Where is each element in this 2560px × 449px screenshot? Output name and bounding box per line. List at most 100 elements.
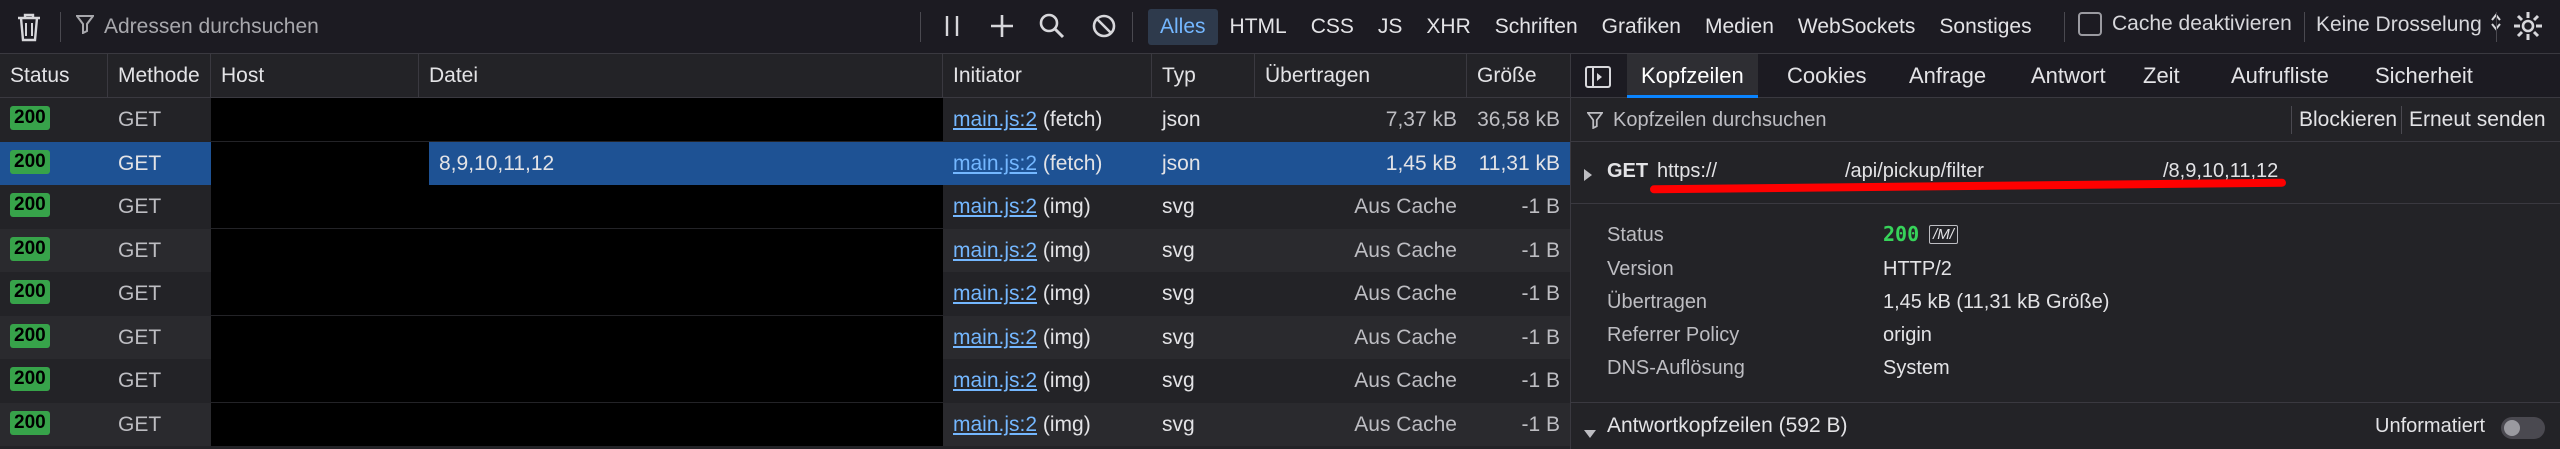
column-header-initiator[interactable]: Initiator bbox=[943, 54, 1152, 98]
table-row[interactable]: 200 GET main.js:2 (fetch) json 7,37 kB 36,58 … bbox=[0, 98, 1570, 141]
disable-cache-label: Cache deaktivieren bbox=[2112, 12, 2292, 35]
tab-headers[interactable]: Kopfzeilen bbox=[1627, 54, 1758, 98]
request-method: GET bbox=[1607, 160, 1649, 182]
toolbar-separator bbox=[60, 12, 61, 42]
type-cell: json bbox=[1162, 108, 1201, 131]
type-filter-xhr[interactable]: XHR bbox=[1414, 9, 1482, 45]
request-url-path: /api/pickup/filter bbox=[1845, 160, 1984, 182]
initiator-link[interactable]: main.js:2 bbox=[953, 152, 1037, 175]
initiator-kind: (fetch) bbox=[1042, 151, 1103, 175]
column-header-file[interactable]: Datei bbox=[419, 54, 943, 98]
initiator-link[interactable]: main.js:2 bbox=[953, 108, 1037, 131]
request-url-scheme: https:// bbox=[1657, 160, 1718, 182]
column-header-transferred[interactable]: Übertragen bbox=[1255, 54, 1467, 98]
table-row[interactable]: 200 GET main.js:2 (img) svg Aus Cache -1 B bbox=[0, 185, 1570, 228]
initiator-link[interactable]: main.js:2 bbox=[953, 369, 1037, 392]
raw-headers-toggle[interactable] bbox=[2501, 417, 2545, 439]
detail-value-transferred: 1,45 kB (11,31 kB Größe) bbox=[1883, 291, 2110, 313]
tab-security[interactable]: Sicherheit bbox=[2375, 54, 2473, 98]
table-row[interactable]: 200 GET main.js:2 (img) svg Aus Cache -1 B bbox=[0, 359, 1570, 402]
table-row[interactable]: 200 GET 8,9,10,11,12 main.js:2 (fetch) json 1… bbox=[0, 141, 1570, 185]
type-filter-all[interactable]: Alles bbox=[1148, 9, 1218, 45]
table-row[interactable]: 200 GET main.js:2 (img) svg Aus Cache -1 B bbox=[0, 272, 1570, 315]
block-button[interactable]: Blockieren bbox=[2299, 98, 2397, 142]
plus-icon[interactable] bbox=[988, 12, 1016, 40]
tab-response[interactable]: Antwort bbox=[2031, 54, 2106, 98]
initiator-link[interactable]: main.js:2 bbox=[953, 413, 1037, 436]
detail-value-status: 200 /M/ bbox=[1883, 222, 1958, 246]
initiator-kind: (img) bbox=[1042, 412, 1091, 436]
headers-filter-input[interactable]: Kopfzeilen durchsuchen bbox=[1613, 98, 1826, 142]
redacted-host bbox=[211, 98, 943, 141]
method-cell: GET bbox=[118, 325, 162, 349]
filter-icon bbox=[1586, 111, 1604, 135]
type-filter-websockets[interactable]: WebSockets bbox=[1786, 9, 1928, 45]
type-filter-other[interactable]: Sonstiges bbox=[1927, 9, 2043, 45]
search-icon[interactable] bbox=[1038, 12, 1066, 40]
column-header-host[interactable]: Host bbox=[211, 54, 419, 98]
type-cell: svg bbox=[1162, 282, 1195, 305]
initiator-link[interactable]: main.js:2 bbox=[953, 282, 1037, 305]
tab-request[interactable]: Anfrage bbox=[1909, 54, 1986, 98]
size-cell: -1 B bbox=[1521, 369, 1560, 392]
redacted-host bbox=[211, 185, 943, 228]
type-filter-bar: Alles HTML CSS JS XHR Schriften Grafiken… bbox=[1148, 9, 2044, 45]
column-header-size[interactable]: Größe bbox=[1467, 54, 1570, 98]
tab-timings[interactable]: Zeit bbox=[2143, 54, 2180, 98]
table-row[interactable]: 200 GET main.js:2 (img) svg Aus Cache -1 B bbox=[0, 228, 1570, 272]
initiator-link[interactable]: main.js:2 bbox=[953, 326, 1037, 349]
detail-label-transferred: Übertragen bbox=[1607, 291, 1708, 313]
method-cell: GET bbox=[118, 151, 162, 175]
type-filter-html[interactable]: HTML bbox=[1218, 9, 1299, 45]
method-cell: GET bbox=[118, 108, 162, 131]
url-filter-input[interactable]: Adressen durchsuchen bbox=[104, 15, 319, 39]
type-filter-js[interactable]: JS bbox=[1366, 9, 1415, 45]
status-info-badge[interactable]: /M/ bbox=[1929, 224, 1958, 244]
type-filter-fonts[interactable]: Schriften bbox=[1483, 9, 1590, 45]
tab-stack-trace[interactable]: Aufrufliste bbox=[2231, 54, 2329, 98]
initiator-link[interactable]: main.js:2 bbox=[953, 195, 1037, 218]
size-cell: -1 B bbox=[1521, 325, 1560, 349]
initiator-kind: (img) bbox=[1042, 282, 1091, 305]
headers-filter[interactable]: Kopfzeilen durchsuchen Blockieren Erneut… bbox=[1571, 98, 2560, 142]
initiator-cell: main.js:2 (img) bbox=[943, 316, 1152, 359]
type-filter-css[interactable]: CSS bbox=[1299, 9, 1366, 45]
toolbar-separator bbox=[920, 12, 921, 42]
size-cell: -1 B bbox=[1521, 195, 1560, 218]
toggle-sidebar-icon[interactable] bbox=[1585, 66, 1611, 94]
redacted-host bbox=[211, 272, 943, 315]
type-filter-media[interactable]: Medien bbox=[1693, 9, 1786, 45]
detail-label-status: Status bbox=[1607, 224, 1664, 246]
status-cell: 200 bbox=[0, 98, 108, 141]
column-header-type[interactable]: Typ bbox=[1152, 54, 1255, 98]
status-badge: 200 bbox=[10, 367, 50, 392]
request-url-line[interactable]: GET https:// /api/pickup/filter /8,9,10,… bbox=[1571, 142, 2560, 204]
redacted-host bbox=[211, 315, 943, 359]
status-cell: 200 bbox=[0, 403, 108, 446]
expand-triangle-icon[interactable] bbox=[1583, 164, 1593, 188]
request-details-panel: Kopfzeilen Cookies Anfrage Antwort Zeit … bbox=[1570, 54, 2560, 449]
tab-cookies[interactable]: Cookies bbox=[1787, 54, 1866, 98]
gear-icon[interactable] bbox=[2512, 10, 2544, 42]
column-header-status[interactable]: Status bbox=[0, 54, 108, 98]
collapse-triangle-icon[interactable] bbox=[1583, 421, 1597, 445]
initiator-link[interactable]: main.js:2 bbox=[953, 239, 1037, 262]
trash-icon[interactable] bbox=[14, 11, 44, 43]
response-headers-section[interactable]: Antwortkopfzeilen (592 B) Unformatiert bbox=[1571, 402, 2560, 449]
throttling-select[interactable]: Keine Drosselung bbox=[2316, 12, 2502, 38]
initiator-kind: (img) bbox=[1042, 325, 1091, 349]
status-cell: 200 bbox=[0, 316, 108, 359]
method-cell: GET bbox=[118, 238, 162, 262]
url-filter[interactable]: Adressen durchsuchen bbox=[75, 10, 319, 44]
initiator-kind: (fetch) bbox=[1042, 108, 1103, 131]
table-row[interactable]: 200 GET main.js:2 (img) svg Aus Cache -1 B bbox=[0, 402, 1570, 446]
size-cell: 11,31 kB bbox=[1478, 151, 1560, 175]
type-filter-images[interactable]: Grafiken bbox=[1590, 9, 1693, 45]
block-icon[interactable] bbox=[1090, 12, 1118, 40]
pause-icon[interactable] bbox=[942, 14, 962, 38]
disable-cache-checkbox[interactable] bbox=[2078, 12, 2102, 36]
resend-button[interactable]: Erneut senden bbox=[2409, 98, 2546, 142]
disable-cache-toggle[interactable]: Cache deaktivieren bbox=[2078, 12, 2292, 36]
column-header-method[interactable]: Methode bbox=[108, 54, 211, 98]
table-row[interactable]: 200 GET main.js:2 (img) svg Aus Cache -1 B bbox=[0, 315, 1570, 359]
